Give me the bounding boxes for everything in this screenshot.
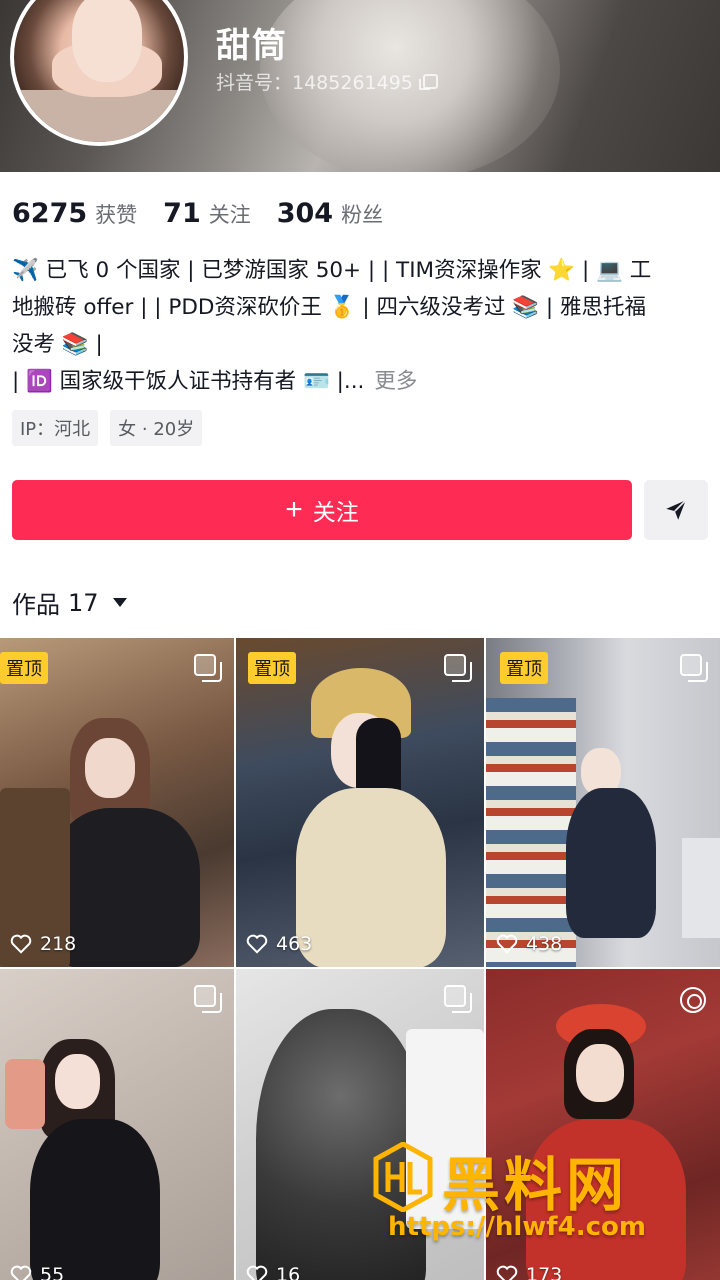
bio-line: ✈️ 已飞 0 个国家 | 已梦游国家 50+ | | TIM资深操作家 ⭐ |… xyxy=(12,258,652,283)
stat-label: 获赞 xyxy=(95,203,138,227)
multi-image-icon xyxy=(194,985,222,1013)
profile-stats: 6275 获赞 71 关注 304 粉丝 xyxy=(12,198,383,229)
like-count-value: 173 xyxy=(526,1264,563,1280)
bio-line: 没考 📚 | xyxy=(12,332,103,357)
like-count-value: 218 xyxy=(40,933,77,955)
stat-value: 71 xyxy=(163,198,201,229)
like-count-value: 55 xyxy=(40,1264,65,1280)
multi-image-icon xyxy=(194,654,222,682)
stat-label: 关注 xyxy=(208,203,251,227)
like-count-value: 16 xyxy=(276,1264,301,1280)
multi-image-icon xyxy=(444,654,472,682)
stat-followers[interactable]: 304 粉丝 xyxy=(277,198,383,229)
stat-following[interactable]: 71 关注 xyxy=(163,198,251,229)
like-count: 463 xyxy=(246,933,312,955)
avatar[interactable] xyxy=(10,0,188,146)
heart-icon xyxy=(246,934,268,954)
heart-icon xyxy=(496,1265,518,1280)
works-tab[interactable]: 作品 17 xyxy=(12,585,127,620)
video-thumbnail[interactable]: 置顶 463 xyxy=(236,638,484,967)
watermark-title: 黑料网 xyxy=(442,1151,629,1219)
like-count: 173 xyxy=(496,1264,562,1280)
heart-icon xyxy=(496,934,518,954)
multi-image-icon xyxy=(444,985,472,1013)
video-thumbnail[interactable]: 置顶 438 xyxy=(486,638,720,967)
watermark-logo-icon xyxy=(373,1142,433,1212)
watermark: 黑料网 https://hlwf4.com xyxy=(372,1140,712,1250)
stat-value: 6275 xyxy=(12,198,88,229)
bio-line: 地搬砖 offer | | PDD资深砍价王 🥇 | 四六级没考过 📚 | 雅思… xyxy=(12,295,646,320)
gender-age-tag: 女 · 20岁 xyxy=(110,410,203,446)
watermark-url: https://hlwf4.com xyxy=(388,1212,646,1242)
copy-icon[interactable] xyxy=(418,74,438,90)
ip-location-tag: IP：河北 xyxy=(12,410,99,446)
live-photo-icon xyxy=(680,987,706,1013)
follow-button[interactable]: + 关注 xyxy=(12,480,632,540)
like-count-value: 463 xyxy=(276,933,313,955)
like-count-value: 438 xyxy=(526,933,563,955)
video-thumbnail[interactable]: 55 xyxy=(0,969,234,1280)
profile-tags: IP：河北 女 · 20岁 xyxy=(12,410,203,446)
pinned-badge: 置顶 xyxy=(248,652,296,684)
multi-image-icon xyxy=(680,654,708,682)
like-count: 55 xyxy=(10,1264,64,1280)
heart-icon xyxy=(10,934,32,954)
douyin-id-row[interactable]: 抖音号：1485261495 xyxy=(216,68,438,95)
stat-likes[interactable]: 6275 获赞 xyxy=(12,198,137,229)
bio[interactable]: ✈️ 已飞 0 个国家 | 已梦游国家 50+ | | TIM资深操作家 ⭐ |… xyxy=(12,252,708,400)
bio-line: | 🆔 国家级干饭人证书持有者 🪪 |... xyxy=(12,369,365,394)
douyin-id: 抖音号：1485261495 xyxy=(216,72,413,94)
heart-icon xyxy=(246,1265,268,1280)
bio-more-link[interactable]: 更多 xyxy=(374,369,417,394)
pinned-badge: 置顶 xyxy=(0,652,48,684)
video-thumbnail[interactable]: 置顶 218 xyxy=(0,638,234,967)
send-icon xyxy=(666,499,687,520)
works-label: 作品 xyxy=(12,591,60,619)
like-count: 438 xyxy=(496,933,562,955)
like-count: 218 xyxy=(10,933,76,955)
stat-value: 304 xyxy=(276,198,334,229)
nickname: 甜筒 xyxy=(216,26,288,66)
chevron-down-icon xyxy=(112,598,127,607)
plus-icon: + xyxy=(285,493,303,526)
like-count: 16 xyxy=(246,1264,300,1280)
heart-icon xyxy=(10,1265,32,1280)
share-button[interactable] xyxy=(644,480,708,540)
works-count: 17 xyxy=(68,588,99,617)
stat-label: 粉丝 xyxy=(341,203,384,227)
follow-button-label: 关注 xyxy=(312,499,359,525)
pinned-badge: 置顶 xyxy=(500,652,548,684)
